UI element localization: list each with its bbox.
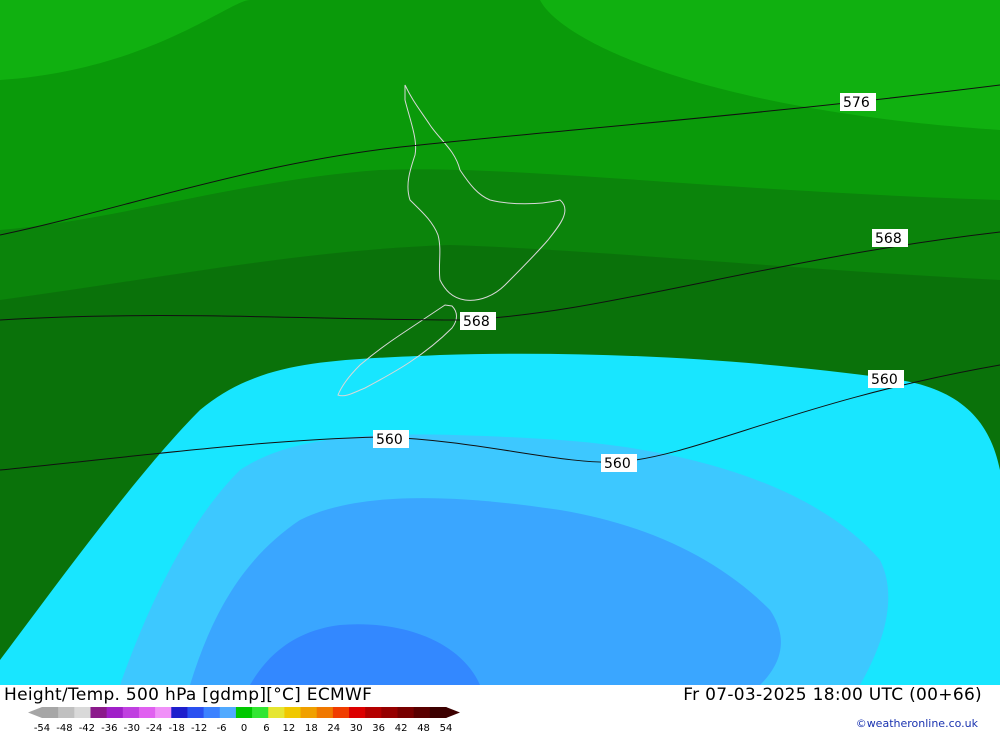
contour-label-568-east: 568 xyxy=(875,231,902,247)
site-credit[interactable]: ©weatheronline.co.uk xyxy=(856,717,978,730)
legend-tick-label: 18 xyxy=(305,723,318,733)
legend-swatch xyxy=(429,707,447,718)
legend-tick-label: -36 xyxy=(101,723,117,733)
legend-tick-label: -12 xyxy=(191,723,207,733)
legend-swatch xyxy=(155,707,172,718)
legend-arrow-right xyxy=(446,707,460,718)
legend-swatch xyxy=(397,707,415,718)
legend-swatch xyxy=(300,707,318,718)
legend-swatch xyxy=(42,707,59,718)
legend-tick-label: 42 xyxy=(395,723,408,733)
legend-tick-label: 30 xyxy=(350,723,363,733)
map-title: Height/Temp. 500 hPa [gdmp][°C] ECMWF xyxy=(4,685,373,705)
legend-swatch xyxy=(106,707,124,718)
color-legend: -54 -48 -42 -36 -30 -24 -18 -12 -6 0 6 12 18 24 30 36 42… xyxy=(28,707,460,733)
legend-swatch xyxy=(138,707,156,718)
legend-swatch xyxy=(316,707,334,718)
legend-swatch xyxy=(252,707,269,718)
legend-tick-label: 36 xyxy=(372,723,385,733)
legend-tick-label: 54 xyxy=(440,723,453,733)
legend-swatch xyxy=(219,707,237,718)
legend-tick-label: -30 xyxy=(124,723,140,733)
contour-label-568-center: 568 xyxy=(463,314,490,330)
map-footer: Height/Temp. 500 hPa [gdmp][°C] ECMWF Fr… xyxy=(0,685,1000,733)
legend-tick-label: -6 xyxy=(217,723,227,733)
contour-label-560-center: 560 xyxy=(604,456,631,472)
legend-swatch xyxy=(171,707,188,718)
legend-swatch xyxy=(58,707,75,718)
legend-tick-label: 48 xyxy=(417,723,430,733)
weather-map: 576 568 568 560 560 560 xyxy=(0,0,1000,685)
legend-tick-label: 6 xyxy=(263,723,269,733)
legend-swatch xyxy=(332,707,350,718)
legend-swatch xyxy=(381,707,399,718)
contour-label-576: 576 xyxy=(843,95,870,111)
legend-tick-label: -24 xyxy=(146,723,162,733)
legend-swatch xyxy=(203,707,221,718)
legend-swatch xyxy=(284,707,302,718)
contour-label-560-east: 560 xyxy=(871,372,898,388)
legend-swatch xyxy=(235,707,253,718)
legend-swatch xyxy=(74,707,91,718)
legend-tick-label: 0 xyxy=(241,723,247,733)
legend-tick-label: -54 xyxy=(34,723,50,733)
legend-arrow-left xyxy=(28,707,42,718)
legend-tick-label: 24 xyxy=(327,723,340,733)
legend-swatch xyxy=(365,707,382,718)
legend-tick-label: 12 xyxy=(283,723,296,733)
legend-tick-label: -48 xyxy=(56,723,72,733)
valid-time: Fr 07-03-2025 18:00 UTC (00+66) xyxy=(683,685,982,705)
legend-tick-label: -18 xyxy=(168,723,184,733)
legend-swatch xyxy=(268,707,285,718)
legend-swatch xyxy=(413,707,431,718)
legend-swatch xyxy=(349,707,366,718)
legend-swatch xyxy=(122,707,140,718)
contour-label-560-west: 560 xyxy=(376,432,403,448)
legend-swatch xyxy=(187,707,205,718)
legend-swatch xyxy=(90,707,108,718)
legend-tick-label: -42 xyxy=(79,723,95,733)
